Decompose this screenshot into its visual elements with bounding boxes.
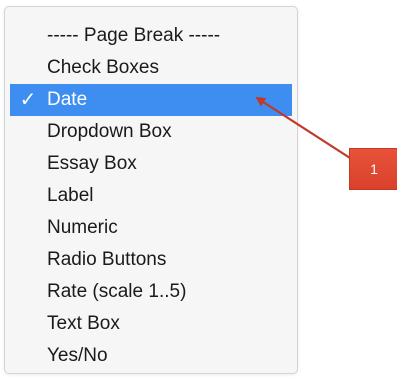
field-type-dropdown-menu: ----- Page Break ----- Check Boxes ✓ Dat…	[4, 6, 298, 374]
menu-item-radio-buttons[interactable]: Radio Buttons	[5, 244, 297, 276]
menu-item-label: Numeric	[47, 217, 118, 238]
menu-item-essay-box[interactable]: Essay Box	[5, 148, 297, 180]
menu-item-text-box[interactable]: Text Box	[5, 308, 297, 340]
annotation-callout: 1	[349, 148, 397, 190]
menu-item-label: Essay Box	[47, 153, 137, 174]
menu-item-label: Dropdown Box	[47, 121, 172, 142]
menu-item-dropdown-box[interactable]: Dropdown Box	[5, 116, 297, 148]
menu-list: ----- Page Break ----- Check Boxes ✓ Dat…	[5, 20, 297, 372]
menu-item-label: Date	[47, 89, 88, 110]
menu-item-label: Text Box	[47, 313, 120, 334]
callout-number: 1	[370, 161, 378, 177]
screenshot-stage: ----- Page Break ----- Check Boxes ✓ Dat…	[0, 0, 397, 377]
menu-item-label: Yes/No	[47, 345, 108, 366]
menu-item-label: Rate (scale 1..5)	[47, 281, 187, 302]
menu-item-label: Check Boxes	[47, 57, 159, 78]
menu-item-numeric[interactable]: Numeric	[5, 212, 297, 244]
menu-item-label: ----- Page Break -----	[47, 25, 221, 46]
menu-item-date[interactable]: ✓ Date	[10, 84, 292, 116]
menu-item-check-boxes[interactable]: Check Boxes	[5, 52, 297, 84]
menu-item-label: Radio Buttons	[47, 249, 167, 270]
checkmark-icon: ✓	[19, 89, 37, 111]
menu-item-yes-no[interactable]: Yes/No	[5, 340, 297, 372]
menu-item-label-type[interactable]: Label	[5, 180, 297, 212]
menu-item-label: Label	[47, 185, 94, 206]
menu-item-rate-scale[interactable]: Rate (scale 1..5)	[5, 276, 297, 308]
menu-item-page-break[interactable]: ----- Page Break -----	[5, 20, 297, 52]
